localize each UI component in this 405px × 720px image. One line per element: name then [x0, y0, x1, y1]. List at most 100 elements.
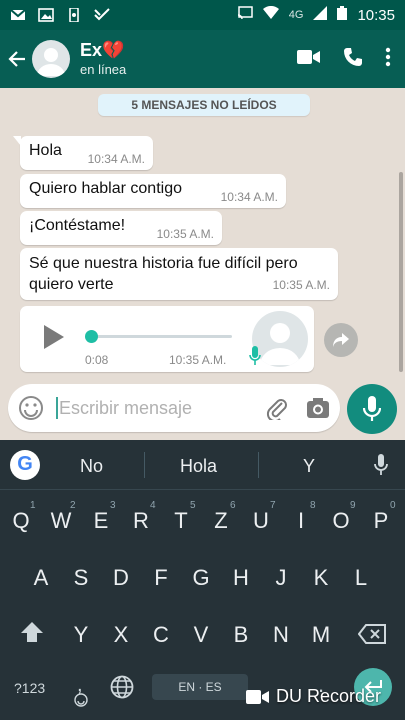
gmail-icon — [10, 8, 26, 22]
key[interactable]: O — [326, 508, 356, 534]
key[interactable]: C — [146, 622, 176, 648]
message-bubble[interactable]: Sé que nuestra historia fue difícil pero… — [20, 248, 338, 300]
contact-name: Ex💔 — [80, 40, 125, 61]
key[interactable]: Z — [206, 508, 236, 534]
screen-recorder-watermark: DU Recorder — [246, 686, 381, 707]
voice-input-icon[interactable] — [374, 454, 388, 476]
key[interactable]: U — [246, 508, 276, 534]
gallery-icon — [38, 8, 54, 22]
message-input[interactable]: Escribir mensaje — [56, 397, 266, 419]
key[interactable]: D — [106, 565, 136, 591]
key[interactable]: H — [226, 565, 256, 591]
share-arrow-icon — [333, 333, 349, 347]
shift-icon[interactable] — [20, 621, 44, 643]
key-hint: 4 — [150, 500, 156, 511]
message-bubble[interactable]: Quiero hablar contigo 10:34 A.M. — [20, 174, 286, 208]
key[interactable]: R — [126, 508, 156, 534]
key[interactable]: N — [266, 622, 296, 648]
symbols-key[interactable]: ?123 — [14, 680, 45, 696]
attach-icon[interactable] — [266, 396, 288, 420]
key-hint: 2 — [70, 500, 76, 511]
video-call-button[interactable] — [297, 48, 321, 71]
contact-info[interactable]: Ex💔 en línea — [80, 40, 126, 77]
check-app-icon — [94, 8, 110, 22]
text-caret — [56, 397, 58, 419]
record-voice-button[interactable] — [347, 384, 397, 434]
message-bubble[interactable]: Hola 10:34 A.M. — [13, 136, 153, 170]
key-hint: 9 — [350, 500, 356, 511]
message-time: 10:34 A.M. — [220, 190, 278, 204]
key[interactable]: P — [366, 508, 396, 534]
video-camera-icon — [246, 689, 269, 704]
signal-icon — [313, 6, 328, 24]
key[interactable]: J — [266, 565, 296, 591]
key[interactable]: F — [146, 565, 176, 591]
contact-status: en línea — [80, 62, 127, 77]
phone-sync-icon — [66, 7, 82, 23]
chat-scrollbar[interactable] — [399, 172, 403, 372]
message-text: Quiero hablar contigo — [29, 180, 182, 197]
message-composer[interactable]: Escribir mensaje — [8, 384, 340, 432]
battery-icon — [337, 6, 348, 24]
key[interactable]: Q — [6, 508, 36, 534]
emoji-keyboard-icon[interactable] — [74, 693, 88, 707]
voice-progress-thumb[interactable] — [85, 330, 98, 343]
voice-progress-track[interactable] — [90, 335, 232, 338]
emoji-icon[interactable] — [18, 395, 44, 421]
network-type: 4G — [288, 9, 304, 21]
key[interactable]: E — [86, 508, 116, 534]
back-button[interactable] — [0, 30, 34, 88]
key[interactable]: S — [66, 565, 96, 591]
microphone-icon — [363, 396, 381, 421]
message-bubble[interactable]: ¡Contéstame! 10:35 A.M. — [20, 211, 222, 245]
key[interactable]: M — [306, 622, 336, 648]
key[interactable]: W — [46, 508, 76, 534]
watermark-text: DU Recorder — [276, 686, 382, 706]
camera-icon[interactable] — [306, 397, 330, 419]
message-time: 10:35 A.M. — [156, 227, 214, 241]
forward-button[interactable] — [324, 323, 358, 357]
default-avatar-icon — [37, 48, 65, 76]
more-options-button[interactable] — [385, 47, 391, 72]
key[interactable]: K — [306, 565, 336, 591]
key[interactable]: Y — [66, 622, 96, 648]
key-hint: 5 — [190, 500, 196, 511]
key-hint: 3 — [110, 500, 116, 511]
voice-duration: 0:08 — [85, 353, 109, 367]
key-hint: 7 — [270, 500, 276, 511]
suggestion-strip: G No Hola Y — [0, 440, 405, 490]
play-icon[interactable] — [42, 324, 66, 350]
space-bar[interactable]: EN · ES — [152, 674, 248, 700]
key-hint: 1 — [30, 500, 36, 511]
suggestion-item[interactable]: Y — [303, 456, 315, 477]
clock: 10:35 — [357, 6, 395, 24]
suggestion-item[interactable]: Hola — [180, 456, 217, 477]
key-hint: 6 — [230, 500, 236, 511]
key[interactable]: L — [346, 565, 376, 591]
backspace-icon[interactable] — [358, 624, 386, 644]
key[interactable]: T — [166, 508, 196, 534]
voice-time: 10:35 A.M. — [169, 353, 227, 367]
key[interactable]: A — [26, 565, 56, 591]
avatar[interactable] — [32, 40, 70, 78]
cast-icon — [237, 6, 253, 24]
message-text: Hola — [29, 142, 62, 159]
message-text: Sé que nuestra historia fue difícil pero — [29, 255, 298, 272]
key[interactable]: I — [286, 508, 316, 534]
video-camera-icon — [297, 49, 320, 64]
key[interactable]: B — [226, 622, 256, 648]
key[interactable]: G — [186, 565, 216, 591]
message-time: 10:34 A.M. — [87, 152, 145, 166]
google-icon[interactable]: G — [10, 449, 40, 480]
message-text: ¡Contéstame! — [29, 217, 126, 234]
keyboard: G No Hola Y Q W E R T Z U I O P 1 2 3 4 … — [0, 440, 405, 720]
globe-icon[interactable] — [110, 675, 134, 699]
voice-message[interactable]: 0:08 10:35 A.M. — [20, 306, 314, 372]
mic-small-icon — [249, 346, 261, 365]
status-bar: 4G 10:35 — [0, 0, 405, 30]
suggestion-item[interactable]: No — [80, 456, 103, 477]
unread-banner: 5 MENSAJES NO LEÍDOS — [98, 94, 310, 116]
key[interactable]: X — [106, 622, 136, 648]
key[interactable]: V — [186, 622, 216, 648]
voice-call-button[interactable] — [343, 47, 363, 72]
